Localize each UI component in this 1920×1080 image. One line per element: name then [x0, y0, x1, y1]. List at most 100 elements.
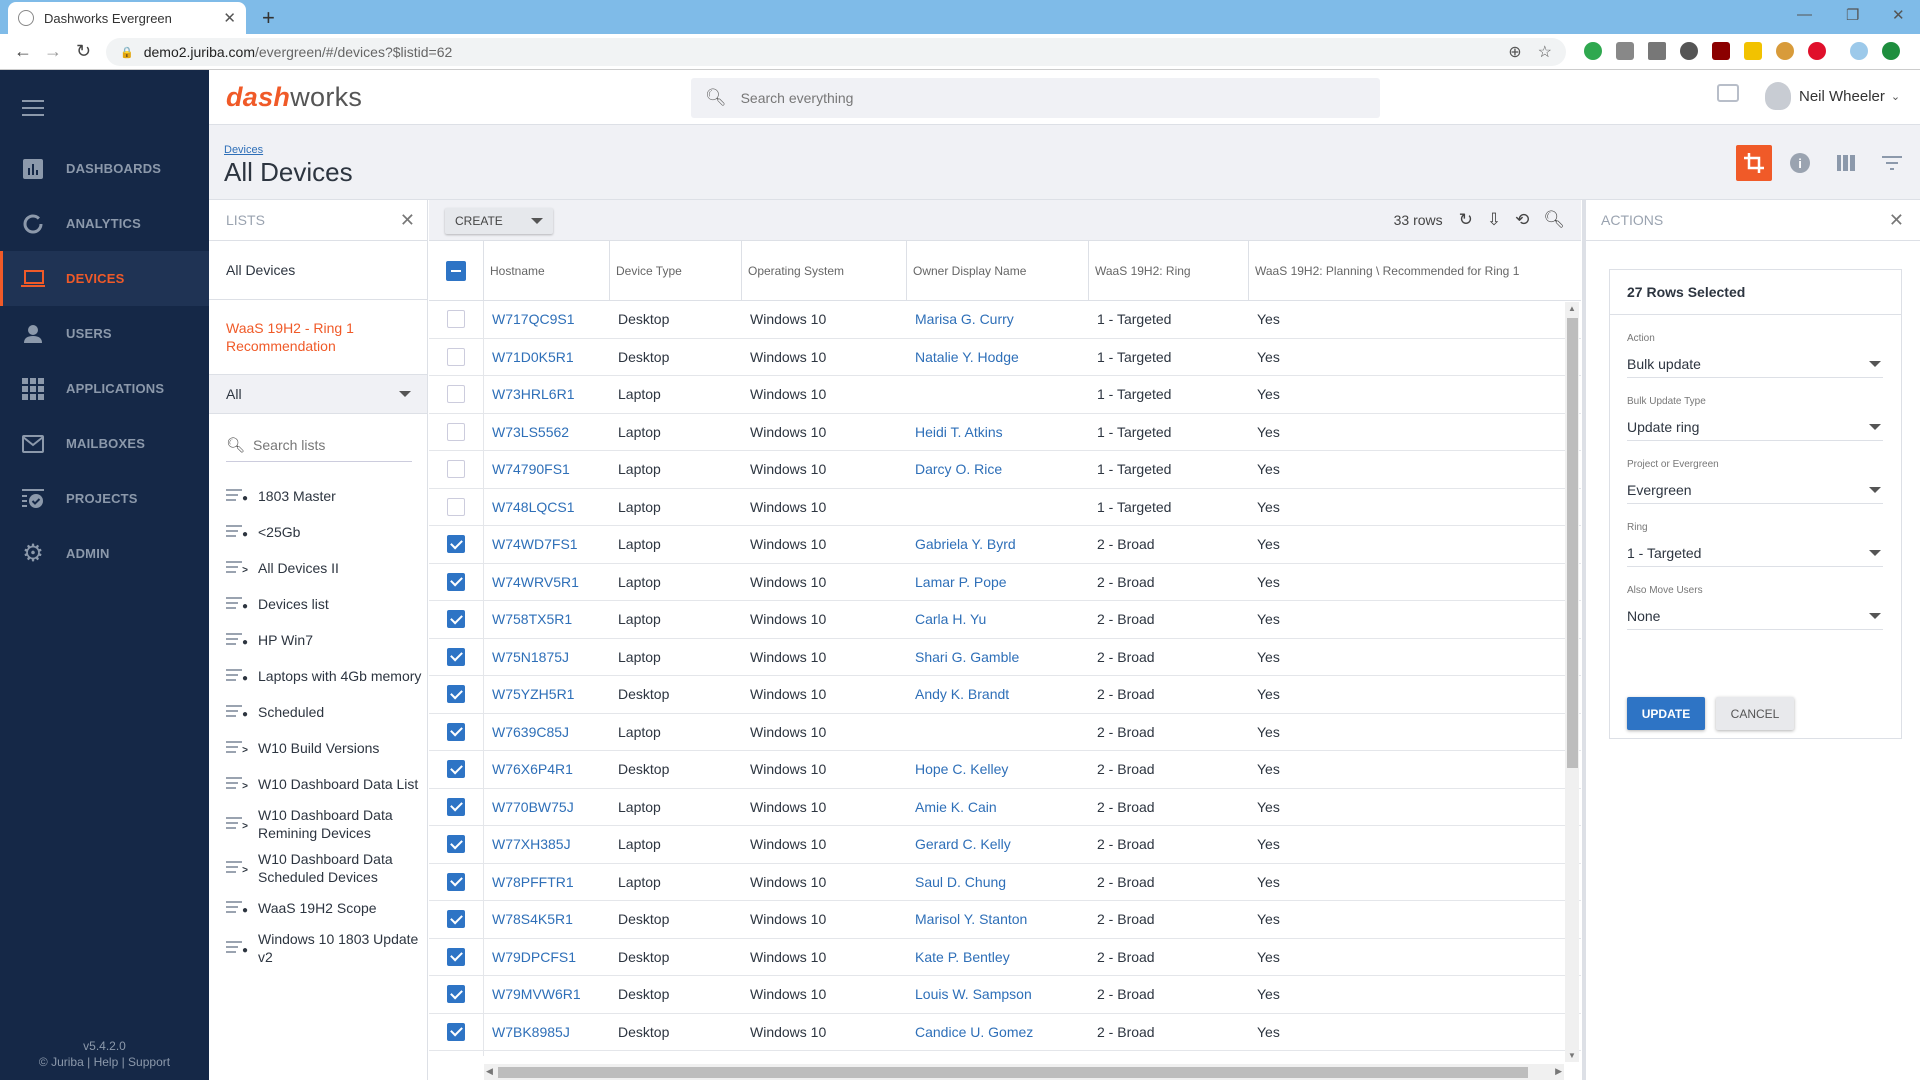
row-checkbox[interactable] [447, 835, 465, 854]
list-item[interactable]: ● Devices list [209, 586, 427, 622]
bulk-update-type-select[interactable]: Update ring [1627, 413, 1883, 441]
extension-icon[interactable] [1680, 42, 1698, 60]
hostname-link[interactable]: W770BW75J [492, 799, 574, 815]
table-row[interactable]: W717QC9S1 Desktop Windows 10 Marisa G. Curr… [429, 301, 1581, 339]
lists-search[interactable]: 🔍︎ [226, 428, 414, 462]
all-devices-list[interactable]: All Devices [209, 241, 427, 300]
table-row[interactable]: W75YZH5R1 Desktop Windows 10 Andy K. Brandt… [429, 676, 1581, 714]
select-all-checkbox[interactable] [446, 260, 466, 281]
bookmark-star-icon[interactable]: ☆ [1538, 42, 1552, 62]
refresh-icon[interactable]: ↻ [1459, 210, 1473, 230]
hostname-link[interactable]: W758TX5R1 [492, 611, 572, 627]
table-row[interactable]: W74WRV5R1 Laptop Windows 10 Lamar P. Pope 2 … [429, 563, 1581, 601]
horizontal-scrollbar[interactable]: ◀ ▶ [484, 1064, 1564, 1080]
hostname-link[interactable]: W78PFFTR1 [492, 874, 574, 890]
table-row[interactable]: W770BW75J Laptop Windows 10 Amie K. Cain 2 -… [429, 788, 1581, 826]
hostname-link[interactable]: W75N1875J [492, 649, 569, 665]
hostname-link[interactable]: W79DPCFS1 [492, 949, 576, 965]
menu-icon[interactable] [22, 100, 44, 121]
sidebar-item-admin[interactable]: ⚙ ADMIN [0, 526, 209, 581]
table-row[interactable]: W73HRL6R1 Laptop Windows 10 1 - Targeted Yes [429, 376, 1581, 414]
scroll-right-icon[interactable]: ▶ [1555, 1066, 1562, 1077]
list-item[interactable]: > W10 Build Versions [209, 730, 427, 766]
row-checkbox[interactable] [447, 872, 465, 891]
zoom-icon[interactable]: ⊕ [1508, 42, 1521, 62]
ublock-extension-icon[interactable] [1712, 42, 1730, 60]
filter-icon[interactable] [1874, 145, 1910, 181]
list-item[interactable]: > W10 Dashboard Data Remining Devices [209, 802, 427, 846]
column-header-device-type[interactable]: Device Type [610, 241, 742, 300]
hostname-link[interactable]: W7639C85J [492, 724, 569, 740]
minimize-button[interactable]: — [1797, 6, 1812, 23]
hostname-link[interactable]: W71D0K5R1 [492, 349, 574, 365]
support-link[interactable]: Support [128, 1055, 170, 1069]
row-checkbox[interactable] [447, 910, 465, 929]
column-header-owner[interactable]: Owner Display Name [907, 241, 1089, 300]
row-checkbox[interactable] [447, 497, 465, 516]
owner-link[interactable]: Lamar P. Pope [915, 574, 1007, 590]
list-item[interactable]: ● 1803 Master [209, 478, 427, 514]
lists-filter-dropdown[interactable]: All [209, 374, 427, 414]
camel-extension-icon[interactable] [1648, 42, 1666, 60]
column-header-ring[interactable]: WaaS 19H2: Ring [1089, 241, 1249, 300]
hostname-link[interactable]: W76X6P4R1 [492, 761, 573, 777]
hostname-link[interactable]: W73HRL6R1 [492, 386, 574, 402]
dashworks-logo[interactable]: dashworks [226, 82, 362, 113]
hostname-link[interactable]: W73LS5562 [492, 424, 569, 440]
hostname-link[interactable]: W748LQCS1 [492, 499, 574, 515]
owner-link[interactable]: Andy K. Brandt [915, 686, 1009, 702]
hostname-link[interactable]: W77XH385J [492, 836, 571, 852]
scrollbar-thumb[interactable] [1567, 318, 1578, 768]
owner-link[interactable]: Amie K. Cain [915, 799, 997, 815]
tab-close-icon[interactable]: ✕ [223, 9, 236, 27]
help-link[interactable]: Help [94, 1055, 119, 1069]
action-select[interactable]: Bulk update [1627, 350, 1883, 378]
cancel-button[interactable]: CANCEL [1716, 697, 1794, 730]
scroll-down-icon[interactable]: ▼ [1568, 1051, 1576, 1060]
owner-link[interactable]: Heidi T. Atkins [915, 424, 1003, 440]
profile-avatar-icon[interactable] [1850, 42, 1868, 60]
table-row[interactable]: W71D0K5R1 Desktop Windows 10 Natalie Y. Hod… [429, 338, 1581, 376]
global-search[interactable]: 🔍︎ [691, 78, 1380, 118]
table-row[interactable]: W74790FS1 Laptop Windows 10 Darcy O. Rice 1 … [429, 451, 1581, 489]
owner-link[interactable]: Kate P. Bentley [915, 949, 1010, 965]
table-row[interactable]: W73LS5562 Laptop Windows 10 Heidi T. Atkins… [429, 413, 1581, 451]
list-item[interactable]: > All Devices II [209, 550, 427, 586]
row-checkbox[interactable] [447, 535, 465, 554]
update-icon[interactable] [1882, 42, 1900, 60]
extension-icon[interactable] [1584, 42, 1602, 60]
list-item[interactable]: > W10 Dashboard Data List [209, 766, 427, 802]
row-checkbox[interactable] [447, 610, 465, 629]
chat-icon[interactable] [1717, 84, 1739, 102]
column-header-operating-system[interactable]: Operating System [742, 241, 907, 300]
address-bar[interactable]: 🔒 demo2.juriba.com/evergreen/#/devices?$… [106, 38, 1566, 66]
list-item[interactable]: ● HP Win7 [209, 622, 427, 658]
table-row[interactable]: W79MVW6R1 Desktop Windows 10 Louis W. Samps… [429, 976, 1581, 1014]
list-item[interactable]: > W10 Dashboard Data Scheduled Devices [209, 846, 427, 890]
sidebar-item-dashboards[interactable]: DASHBOARDS [0, 141, 209, 196]
sidebar-item-projects[interactable]: PROJECTS [0, 471, 209, 526]
owner-link[interactable]: Candice U. Gomez [915, 1024, 1033, 1040]
export-icon[interactable]: ⇩ [1487, 210, 1501, 230]
ring-select[interactable]: 1 - Targeted [1627, 539, 1883, 567]
hostname-link[interactable]: W717QC9S1 [492, 311, 574, 327]
owner-link[interactable]: Carla H. Yu [915, 611, 986, 627]
search-icon[interactable]: 🔍︎ [1543, 210, 1565, 230]
owner-link[interactable]: Shari G. Gamble [915, 649, 1019, 665]
table-row[interactable] [429, 1051, 1581, 1056]
list-item[interactable]: ● Scheduled [209, 694, 427, 730]
row-checkbox[interactable] [447, 1022, 465, 1041]
columns-icon[interactable] [1828, 145, 1864, 181]
column-header-recommended[interactable]: WaaS 19H2: Planning \ Recommended for Ri… [1249, 241, 1581, 300]
back-button[interactable]: ← [14, 41, 32, 62]
sidebar-item-users[interactable]: USERS [0, 306, 209, 361]
project-or-evergreen-select[interactable]: Evergreen [1627, 476, 1883, 504]
extension-icon[interactable] [1744, 42, 1762, 60]
create-dropdown-button[interactable]: CREATE [445, 208, 553, 234]
row-checkbox[interactable] [447, 647, 465, 666]
table-row[interactable]: W74WD7FS1 Laptop Windows 10 Gabriela Y. Byr… [429, 526, 1581, 564]
breadcrumb[interactable]: Devices [224, 144, 263, 156]
close-icon[interactable]: ✕ [400, 210, 415, 231]
sidebar-item-devices[interactable]: DEVICES [0, 251, 209, 306]
basket-extension-icon[interactable] [1776, 42, 1794, 60]
